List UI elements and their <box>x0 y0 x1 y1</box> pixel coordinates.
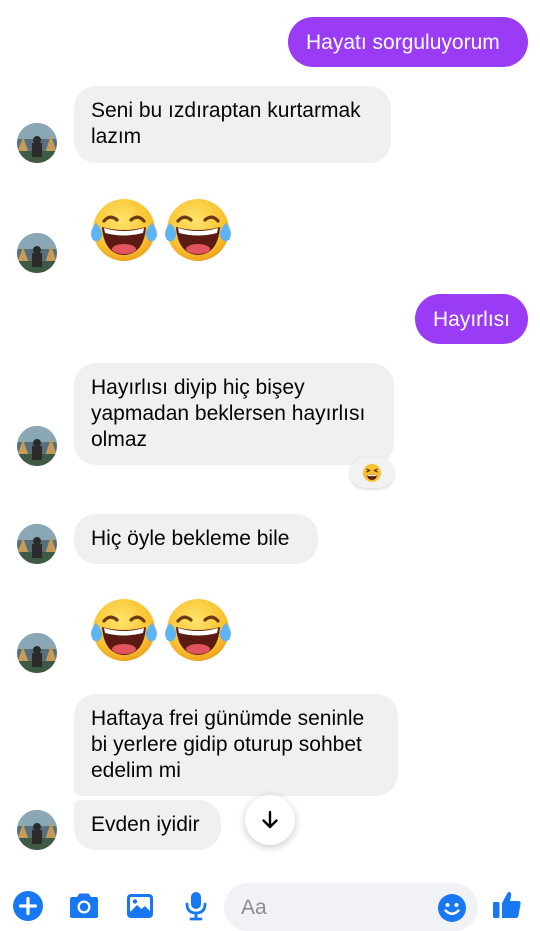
scroll-to-bottom-button[interactable] <box>245 795 295 845</box>
message-reaction[interactable] <box>350 458 394 488</box>
plus-icon <box>13 891 43 921</box>
avatar[interactable] <box>17 633 57 673</box>
smile-icon <box>438 894 466 922</box>
avatar[interactable] <box>17 233 57 273</box>
avatar[interactable] <box>17 810 57 850</box>
image-icon <box>127 894 153 918</box>
incoming-message[interactable]: Seni bu ızdıraptan kurtarmak lazım <box>74 86 391 163</box>
incoming-message[interactable]: Haftaya frei günümde seninle bi yerlere … <box>74 694 398 796</box>
avatar[interactable] <box>17 123 57 163</box>
avatar[interactable] <box>17 524 57 564</box>
thumbs-up-icon <box>493 891 521 918</box>
microphone-button[interactable] <box>182 888 210 924</box>
emoji-message[interactable] <box>90 196 232 264</box>
incoming-message[interactable]: Hiç öyle bekleme bile <box>74 514 318 564</box>
message-input-placeholder: Aa <box>241 896 267 919</box>
face-with-tears-of-joy-icon <box>164 596 232 664</box>
emoji-picker-button[interactable] <box>436 892 468 924</box>
emoji-message[interactable] <box>90 596 232 664</box>
incoming-message[interactable]: Evden iyidir <box>74 800 221 850</box>
outgoing-message[interactable]: Hayatı sorguluyorum <box>288 17 528 67</box>
face-with-tears-of-joy-icon <box>90 196 158 264</box>
message-input[interactable]: Aa <box>224 883 478 931</box>
camera-button[interactable] <box>67 890 101 922</box>
camera-icon <box>70 893 98 918</box>
outgoing-message[interactable]: Hayırlısı <box>415 294 528 344</box>
grinning-squinting-face-icon <box>363 464 381 482</box>
like-button[interactable] <box>490 888 524 922</box>
composer-bar: Aa <box>0 870 540 931</box>
incoming-message[interactable]: Hayırlısı diyip hiç bişey yapmadan bekle… <box>74 363 394 465</box>
plus-button[interactable] <box>12 890 44 922</box>
arrow-down-icon <box>262 810 278 829</box>
face-with-tears-of-joy-icon <box>164 196 232 264</box>
face-with-tears-of-joy-icon <box>90 596 158 664</box>
gallery-button[interactable] <box>124 890 156 922</box>
microphone-icon <box>185 892 207 921</box>
avatar[interactable] <box>17 426 57 466</box>
